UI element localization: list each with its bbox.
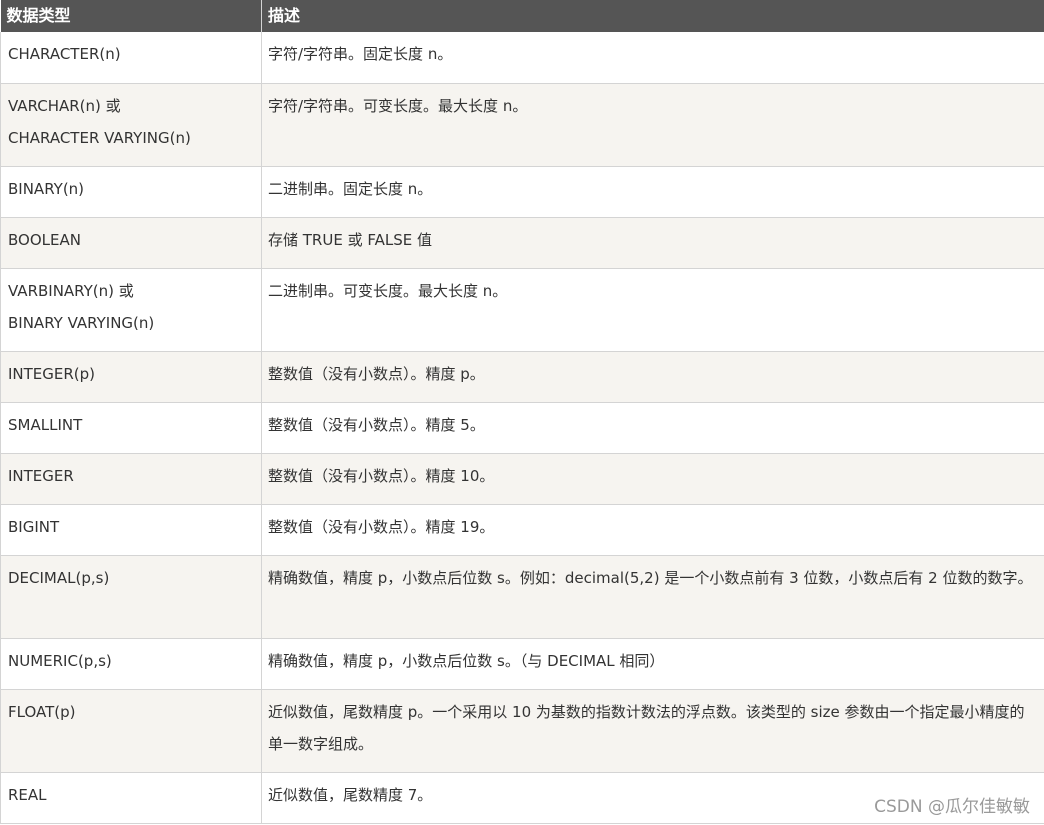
table-row: VARBINARY(n) 或 BINARY VARYING(n) 二进制串。可变长…: [0, 268, 1044, 352]
data-type-text: INTEGER(p): [8, 364, 96, 383]
description-text: 存储 TRUE 或 FALSE 值: [268, 230, 432, 249]
cell-data-type: VARCHAR(n) 或 CHARACTER VARYING(n): [0, 83, 262, 167]
table-row: BOOLEAN 存储 TRUE 或 FALSE 值: [0, 217, 1044, 269]
cell-data-type: BIGINT: [0, 504, 262, 556]
data-types-table-container: 数据类型 描述 CHARACTER(n) 字符/字符串。固定长度 n。 VARCHA…: [0, 0, 1044, 824]
description-text: 整数值（没有小数点）。精度 19。: [268, 517, 495, 536]
data-type-text: SMALLINT: [8, 415, 83, 434]
table-row: NUMERIC(p,s) 精确数值，精度 p，小数点后位数 s。（与 DECIMA…: [0, 638, 1044, 690]
header-description: 描述: [261, 0, 1044, 32]
header-data-type: 数据类型: [0, 0, 262, 32]
description-text: 精确数值，精度 p，小数点后位数 s。（与 DECIMAL 相同）: [268, 651, 665, 670]
cell-data-type: REAL: [0, 772, 262, 824]
description-text: 二进制串。固定长度 n。: [268, 179, 433, 198]
description-text: 整数值（没有小数点）。精度 5。: [268, 415, 485, 434]
data-types-table: 数据类型 描述 CHARACTER(n) 字符/字符串。固定长度 n。 VARCHA…: [0, 0, 1044, 824]
data-type-text: VARBINARY(n) 或 BINARY VARYING(n): [8, 281, 155, 332]
table-row: FLOAT(p) 近似数值，尾数精度 p。一个采用以 10 为基数的指数计数法的浮…: [0, 689, 1044, 773]
cell-data-type: NUMERIC(p,s): [0, 638, 262, 690]
cell-data-type: DECIMAL(p,s): [0, 555, 262, 639]
cell-data-type: VARBINARY(n) 或 BINARY VARYING(n): [0, 268, 262, 352]
data-type-text: VARCHAR(n) 或 CHARACTER VARYING(n): [8, 96, 191, 147]
table-row: BIGINT 整数值（没有小数点）。精度 19。: [0, 504, 1044, 556]
cell-description: 整数值（没有小数点）。精度 10。: [261, 453, 1044, 505]
cell-data-type: BOOLEAN: [0, 217, 262, 269]
description-text: 字符/字符串。可变长度。最大长度 n。: [268, 96, 528, 115]
cell-data-type: INTEGER: [0, 453, 262, 505]
table-row: INTEGER 整数值（没有小数点）。精度 10。: [0, 453, 1044, 505]
cell-description: 二进制串。固定长度 n。: [261, 166, 1044, 218]
description-text: 整数值（没有小数点）。精度 10。: [268, 466, 495, 485]
cell-description: 整数值（没有小数点）。精度 p。: [261, 351, 1044, 403]
cell-description: 整数值（没有小数点）。精度 19。: [261, 504, 1044, 556]
cell-data-type: BINARY(n): [0, 166, 262, 218]
table-row: INTEGER(p) 整数值（没有小数点）。精度 p。: [0, 351, 1044, 403]
description-text: 近似数值，尾数精度 p。一个采用以 10 为基数的指数计数法的浮点数。该类型的 …: [268, 702, 1025, 753]
description-text: 整数值（没有小数点）。精度 p。: [268, 364, 485, 383]
description-text: 字符/字符串。固定长度 n。: [268, 45, 453, 63]
table-row: SMALLINT 整数值（没有小数点）。精度 5。: [0, 402, 1044, 454]
data-type-text: BINARY(n): [8, 179, 85, 198]
table-row: VARCHAR(n) 或 CHARACTER VARYING(n) 字符/字符串。…: [0, 83, 1044, 167]
cell-description: 近似数值，尾数精度 p。一个采用以 10 为基数的指数计数法的浮点数。该类型的 …: [261, 689, 1044, 773]
table-header-row: 数据类型 描述: [0, 0, 1044, 32]
data-type-text: DECIMAL(p,s): [8, 568, 110, 587]
cell-description: 二进制串。可变长度。最大长度 n。: [261, 268, 1044, 352]
csdn-watermark: CSDN @瓜尔佳敏敏: [874, 797, 1030, 817]
cell-data-type: FLOAT(p): [0, 689, 262, 773]
cell-description: 精确数值，精度 p，小数点后位数 s。例如：decimal(5,2) 是一个小数…: [261, 555, 1044, 639]
cell-description: 字符/字符串。可变长度。最大长度 n。: [261, 83, 1044, 167]
cell-description: 精确数值，精度 p，小数点后位数 s。（与 DECIMAL 相同）: [261, 638, 1044, 690]
data-type-text: NUMERIC(p,s): [8, 651, 112, 670]
description-text: 二进制串。可变长度。最大长度 n。: [268, 281, 508, 300]
cell-data-type: INTEGER(p): [0, 351, 262, 403]
data-type-text: BIGINT: [8, 517, 60, 536]
data-type-text: CHARACTER(n): [8, 45, 121, 63]
data-type-text: INTEGER: [8, 466, 74, 485]
table-row: BINARY(n) 二进制串。固定长度 n。: [0, 166, 1044, 218]
cell-data-type: SMALLINT: [0, 402, 262, 454]
cell-description: 存储 TRUE 或 FALSE 值: [261, 217, 1044, 269]
table-row: CHARACTER(n) 字符/字符串。固定长度 n。: [0, 32, 1044, 84]
data-type-text: FLOAT(p): [8, 702, 76, 721]
data-type-text: REAL: [8, 785, 47, 804]
cell-description: 字符/字符串。固定长度 n。: [261, 32, 1044, 84]
data-type-text: BOOLEAN: [8, 230, 81, 249]
cell-data-type: CHARACTER(n): [0, 32, 262, 84]
table-row: DECIMAL(p,s) 精确数值，精度 p，小数点后位数 s。例如：decima…: [0, 555, 1044, 639]
description-text: 精确数值，精度 p，小数点后位数 s。例如：decimal(5,2) 是一个小数…: [268, 568, 1033, 587]
cell-description: 整数值（没有小数点）。精度 5。: [261, 402, 1044, 454]
